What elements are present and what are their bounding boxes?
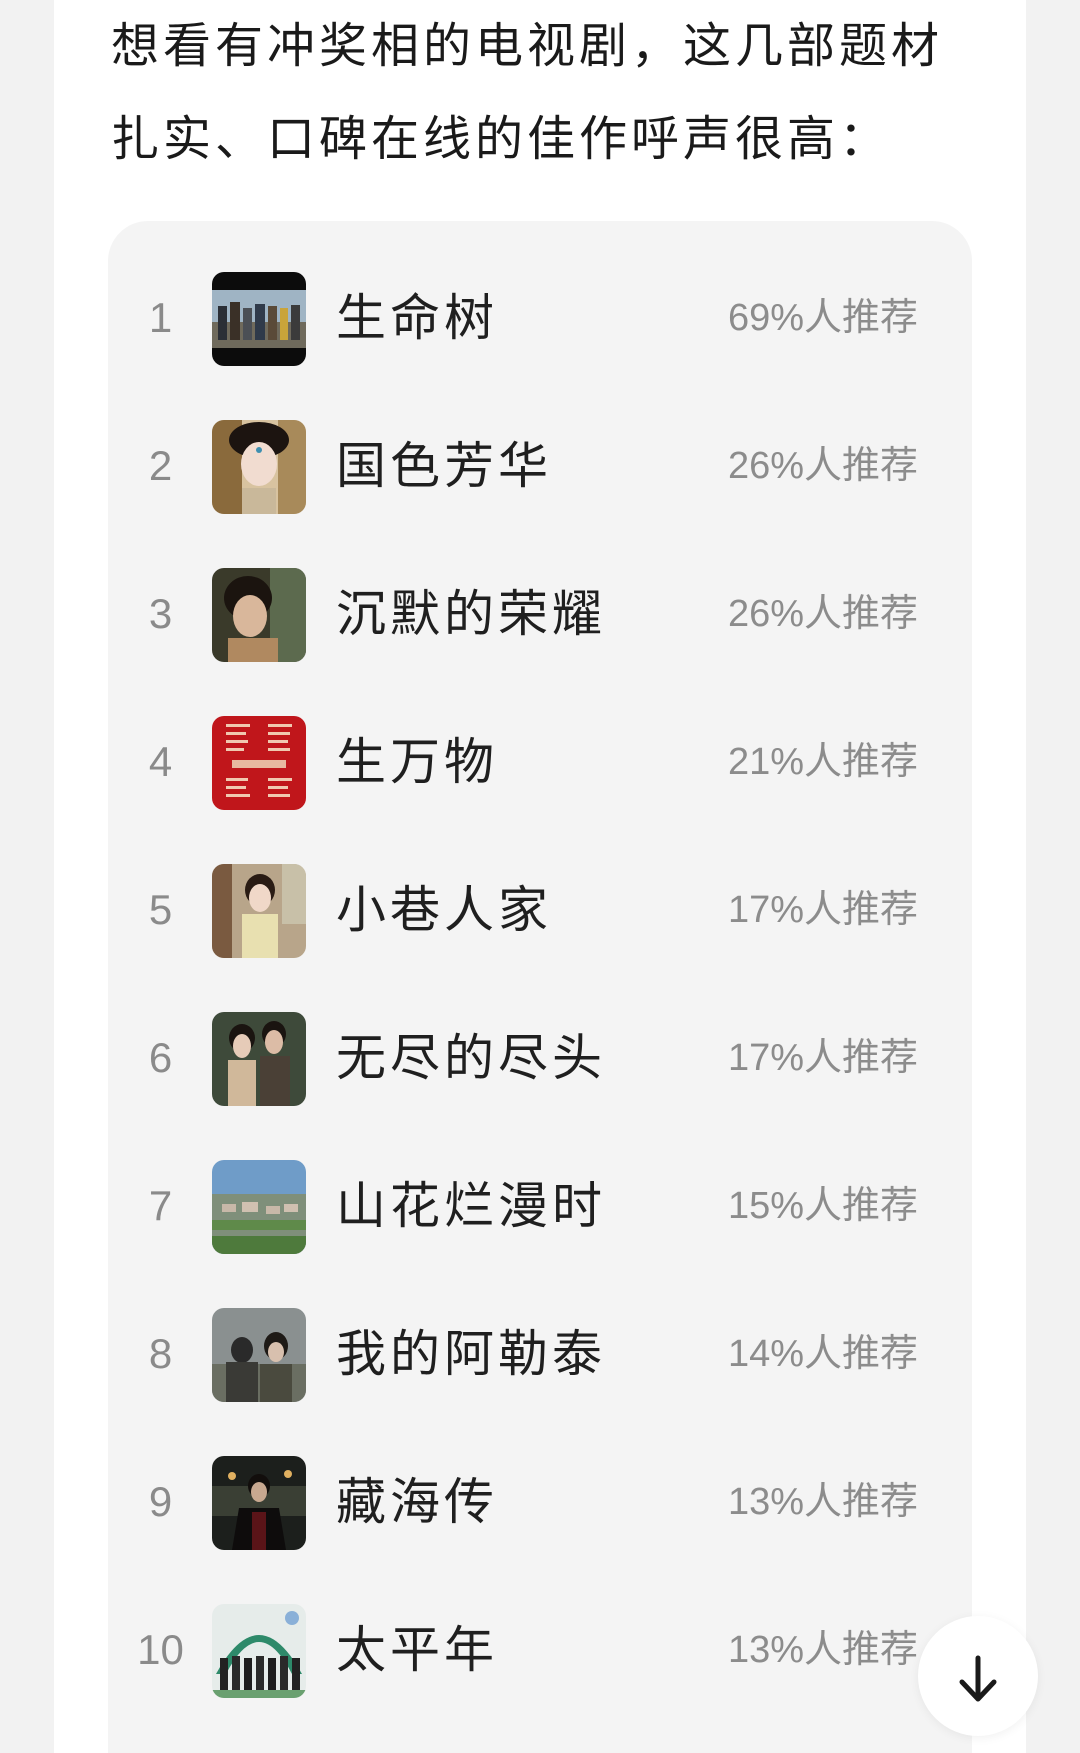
ranking-row[interactable]: 2 国色芳华 26%人推荐 [108, 418, 972, 566]
rank-number: 10 [137, 1626, 184, 1673]
drama-title: 国色芳华 [336, 437, 552, 495]
rank-number: 2 [148, 442, 173, 489]
drama-title: 山花烂漫时 [336, 1177, 606, 1235]
drama-title: 藏海传 [336, 1473, 498, 1531]
page: 想看有冲奖相的电视剧，这几部题材 扎实、口碑在线的佳作呼声很高： 1 生命树 6… [0, 0, 1080, 1753]
ranking-row[interactable]: 4 生万物 21%人推荐 [108, 714, 972, 862]
ranking-panel: 1 生命树 69%人推荐 2 国色芳华 26%人推荐 3 沉默的荣耀 26%人推… [108, 221, 972, 1753]
recommend-percent: 13%人推荐 [727, 1629, 918, 1671]
recommend-percent: 26%人推荐 [727, 593, 918, 635]
arrow-down-icon [959, 1655, 997, 1702]
ranking-row[interactable]: 7 山花烂漫时 15%人推荐 [108, 1158, 972, 1306]
rank-number: 5 [148, 886, 173, 933]
intro-line-1: 想看有冲奖相的电视剧，这几部题材 [111, 18, 944, 74]
poster-thumbnail[interactable] [212, 1604, 306, 1698]
ranking-row[interactable]: 3 沉默的荣耀 26%人推荐 [108, 566, 972, 714]
drama-title: 无尽的尽头 [336, 1029, 606, 1087]
recommend-percent: 15%人推荐 [727, 1185, 918, 1227]
drama-title: 沉默的荣耀 [336, 585, 606, 643]
recommend-percent: 17%人推荐 [727, 1037, 918, 1079]
rank-number: 4 [148, 738, 173, 785]
drama-title: 我的阿勒泰 [336, 1325, 606, 1383]
scroll-down-button[interactable] [918, 1616, 1038, 1736]
poster-thumbnail[interactable] [212, 420, 306, 514]
rank-number: 8 [148, 1330, 173, 1377]
rank-number: 1 [148, 294, 173, 341]
ranking-row[interactable]: 9 藏海传 13%人推荐 [108, 1454, 972, 1602]
ranking-row[interactable]: 10 太平年 13%人推荐 [108, 1602, 972, 1750]
recommend-percent: 26%人推荐 [727, 445, 918, 487]
rank-number: 9 [148, 1478, 173, 1525]
poster-thumbnail[interactable] [212, 272, 306, 366]
intro-line-2: 扎实、口碑在线的佳作呼声很高： [111, 111, 892, 167]
recommend-percent: 21%人推荐 [727, 741, 918, 783]
poster-thumbnail[interactable] [212, 1012, 306, 1106]
recommend-percent: 13%人推荐 [727, 1481, 918, 1523]
recommend-percent: 69%人推荐 [727, 297, 918, 339]
ranking-row[interactable]: 5 小巷人家 17%人推荐 [108, 862, 972, 1010]
recommend-percent: 17%人推荐 [727, 889, 918, 931]
recommend-percent: 14%人推荐 [727, 1333, 918, 1375]
rank-number: 7 [148, 1182, 173, 1229]
drama-title: 生万物 [336, 733, 498, 791]
poster-thumbnail[interactable] [212, 1160, 306, 1254]
poster-thumbnail[interactable] [212, 1456, 306, 1550]
poster-thumbnail[interactable] [212, 1308, 306, 1402]
drama-title: 生命树 [336, 289, 498, 347]
ranking-row[interactable]: 1 生命树 69%人推荐 [108, 270, 972, 418]
drama-title: 小巷人家 [336, 881, 552, 939]
ranking-row[interactable]: 8 我的阿勒泰 14%人推荐 [108, 1306, 972, 1454]
drama-title: 太平年 [336, 1621, 498, 1679]
poster-thumbnail[interactable] [212, 568, 306, 662]
poster-thumbnail[interactable] [212, 864, 306, 958]
rank-number: 6 [148, 1034, 173, 1081]
intro-text: 想看有冲奖相的电视剧，这几部题材 扎实、口碑在线的佳作呼声很高： [111, 0, 991, 186]
poster-thumbnail[interactable] [212, 716, 306, 810]
rank-number: 3 [148, 590, 173, 637]
ranking-row[interactable]: 6 无尽的尽头 17%人推荐 [108, 1010, 972, 1158]
